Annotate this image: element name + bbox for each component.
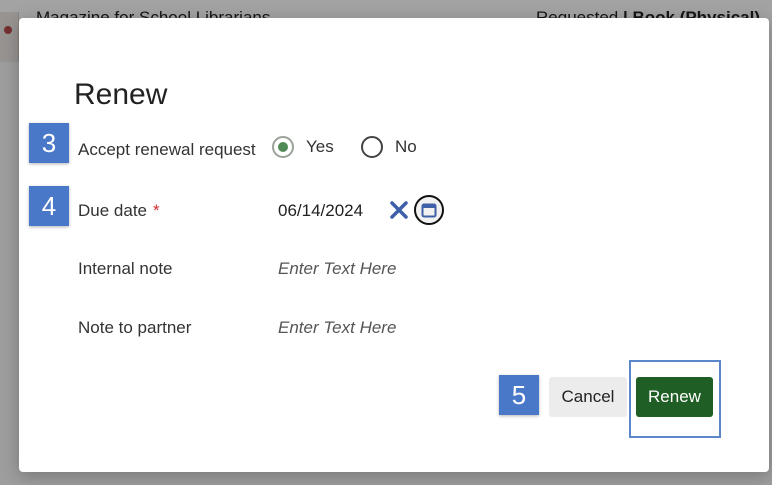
internal-note-input[interactable]: Enter Text Here — [278, 259, 396, 279]
required-marker: * — [153, 201, 160, 220]
renew-button[interactable]: Renew — [636, 377, 713, 417]
renew-dialog: Renew Accept renewal request Yes No Due … — [19, 18, 769, 472]
dialog-title: Renew — [74, 78, 168, 111]
due-date-field[interactable]: 06/14/2024 — [278, 201, 363, 221]
cancel-button[interactable]: Cancel — [549, 377, 627, 417]
radio-no[interactable]: No — [361, 136, 417, 158]
calendar-icon — [421, 203, 437, 218]
radio-yes[interactable]: Yes — [272, 136, 334, 158]
step-badge-5: 5 — [499, 375, 539, 415]
step-badge-3: 3 — [29, 123, 69, 163]
accept-renewal-label: Accept renewal request — [78, 140, 256, 159]
step-badge-4: 4 — [29, 186, 69, 226]
note-to-partner-input[interactable]: Enter Text Here — [278, 318, 396, 338]
close-x-icon[interactable] — [389, 200, 409, 220]
note-to-partner-label: Note to partner — [78, 318, 192, 337]
radio-no-label: No — [395, 137, 417, 156]
due-date-label: Due date * — [78, 201, 160, 221]
calendar-button[interactable] — [414, 195, 444, 225]
due-date-label-text: Due date — [78, 201, 147, 220]
radio-yes-circle[interactable] — [272, 136, 294, 158]
radio-no-circle[interactable] — [361, 136, 383, 158]
internal-note-label: Internal note — [78, 259, 173, 278]
radio-yes-label: Yes — [306, 137, 334, 156]
